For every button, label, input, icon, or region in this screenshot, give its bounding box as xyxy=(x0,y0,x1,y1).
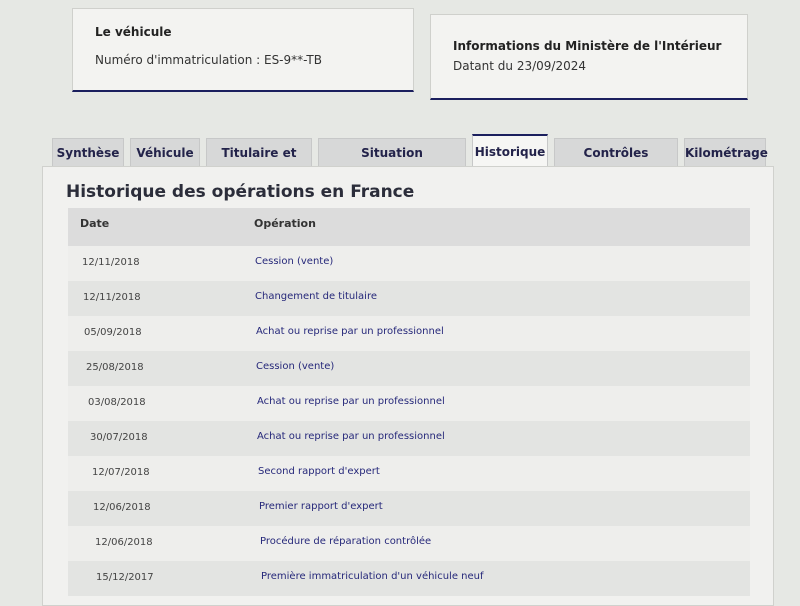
row-operation: Changement de titulaire xyxy=(255,291,377,302)
ministry-card-title: Informations du Ministère de l'Intérieur xyxy=(453,39,722,53)
row-date: 12/07/2018 xyxy=(92,467,150,478)
table-row: 05/09/2018 Achat ou reprise par un profe… xyxy=(68,316,750,351)
table-header: Date Opération xyxy=(68,208,750,248)
row-operation: Second rapport d'expert xyxy=(258,466,380,477)
row-operation: Achat ou reprise par un professionnel xyxy=(257,431,445,442)
table-row: 30/07/2018 Achat ou reprise par un profe… xyxy=(68,421,750,456)
table-row: 03/08/2018 Achat ou reprise par un profe… xyxy=(68,386,750,421)
table-row: 12/11/2018 Cession (vente) xyxy=(68,246,750,281)
plate-number-line: Numéro d'immatriculation : ES-9**-TB xyxy=(95,53,322,67)
row-operation: Cession (vente) xyxy=(256,361,335,372)
row-operation: Achat ou reprise par un professionnel xyxy=(256,326,444,337)
history-title: Historique des opérations en France xyxy=(66,182,415,202)
ministry-card: Informations du Ministère de l'Intérieur… xyxy=(430,14,748,100)
row-date: 25/08/2018 xyxy=(86,362,144,373)
row-operation: Cession (vente) xyxy=(255,256,334,267)
table-row: 12/06/2018 Procédure de réparation contr… xyxy=(68,526,750,561)
row-operation: Premier rapport d'expert xyxy=(259,501,383,512)
row-operation: Première immatriculation d'un véhicule n… xyxy=(261,571,484,582)
tab-synthese[interactable]: Synthèse xyxy=(52,138,124,166)
row-date: 15/12/2017 xyxy=(96,572,154,583)
tab-kilometrage[interactable]: Kilométrage xyxy=(684,138,768,166)
row-date: 30/07/2018 xyxy=(90,432,148,443)
row-date: 12/11/2018 xyxy=(82,257,140,268)
row-date: 12/06/2018 xyxy=(93,502,151,513)
row-date: 05/09/2018 xyxy=(84,327,142,338)
vehicle-card-title: Le véhicule xyxy=(95,25,172,39)
column-header-operation: Opération xyxy=(254,217,316,230)
row-date: 12/06/2018 xyxy=(95,537,153,548)
table-row: 12/06/2018 Premier rapport d'expert xyxy=(68,491,750,526)
tab-controles-techniques[interactable]: Contrôles techniques xyxy=(554,138,678,188)
row-date: 12/11/2018 xyxy=(83,292,141,303)
row-date: 03/08/2018 xyxy=(88,397,146,408)
vehicle-card: Le véhicule Numéro d'immatriculation : E… xyxy=(72,8,414,92)
table-row: 15/12/2017 Première immatriculation d'un… xyxy=(68,561,750,596)
row-operation: Achat ou reprise par un professionnel xyxy=(257,396,445,407)
table-row: 25/08/2018 Cession (vente) xyxy=(68,351,750,386)
tab-situation-administrative[interactable]: Situation administrative xyxy=(318,138,466,188)
table-row: 12/07/2018 Second rapport d'expert xyxy=(68,456,750,491)
tab-titulaire-et-titre[interactable]: Titulaire et Titre xyxy=(206,138,312,188)
ministry-date-line: Datant du 23/09/2024 xyxy=(453,59,586,73)
tab-vehicule[interactable]: Véhicule xyxy=(130,138,200,166)
tab-historique[interactable]: Historique xyxy=(472,134,548,166)
table-row: 12/11/2018 Changement de titulaire xyxy=(68,281,750,316)
column-header-date: Date xyxy=(80,217,110,230)
tab-bar: Synthèse Véhicule Titulaire et Titre Sit… xyxy=(52,130,772,188)
row-operation: Procédure de réparation contrôlée xyxy=(260,536,432,547)
